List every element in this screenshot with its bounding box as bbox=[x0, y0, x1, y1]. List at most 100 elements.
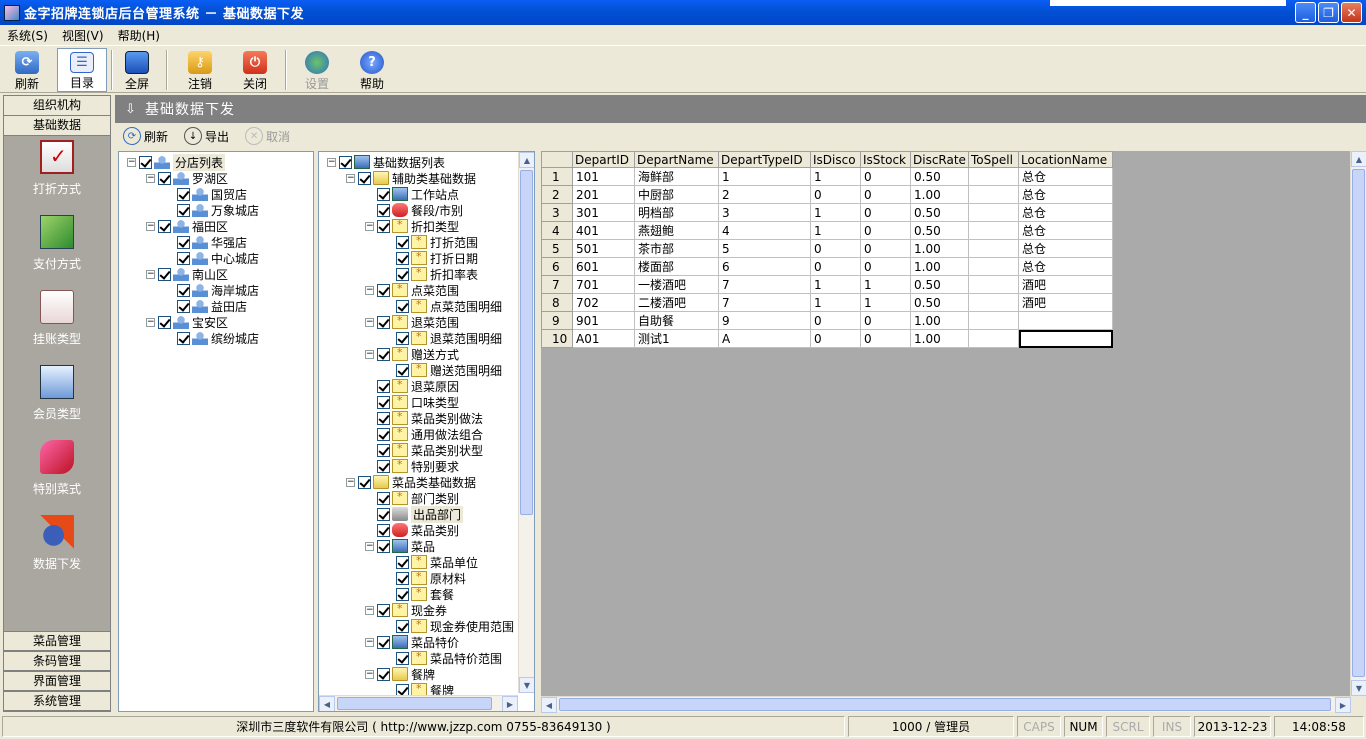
checkbox-checked[interactable] bbox=[396, 235, 409, 249]
menu-help[interactable]: 帮助(H) bbox=[111, 27, 167, 44]
nav-tile-payment[interactable]: 支付方式 bbox=[4, 213, 110, 288]
tree-vertical-scrollbar[interactable]: ▲ ▼ bbox=[518, 152, 534, 693]
row-number[interactable]: 9 bbox=[541, 311, 573, 330]
table-cell[interactable]: 501 bbox=[572, 239, 635, 258]
row-number[interactable]: 3 bbox=[541, 203, 573, 222]
table-cell[interactable]: 0 bbox=[810, 239, 861, 258]
table-cell[interactable] bbox=[1018, 329, 1113, 348]
table-cell[interactable] bbox=[1018, 311, 1113, 330]
table-cell[interactable]: 702 bbox=[572, 293, 635, 312]
table-cell[interactable] bbox=[968, 329, 1019, 348]
table-row[interactable]: 8 702 二楼酒吧 7 1 1 0.50 酒吧 bbox=[541, 293, 1113, 312]
table-cell[interactable]: 0 bbox=[860, 311, 911, 330]
column-header[interactable]: DiscRate bbox=[910, 151, 969, 168]
collapse-icon[interactable]: − bbox=[365, 541, 374, 551]
nav-tile-credit[interactable]: 挂账类型 bbox=[4, 288, 110, 363]
checkbox-checked[interactable] bbox=[158, 315, 171, 329]
table-cell[interactable]: 1 bbox=[860, 275, 911, 294]
checkbox-checked[interactable] bbox=[377, 523, 390, 537]
tree-node[interactable]: 万象城店 bbox=[165, 202, 259, 218]
table-cell[interactable]: 总仓 bbox=[1018, 167, 1113, 186]
collapse-icon[interactable]: − bbox=[327, 157, 336, 167]
table-row[interactable]: 10 A01 测试1 A 0 0 1.00 bbox=[541, 329, 1113, 348]
checkbox-checked[interactable] bbox=[377, 395, 390, 409]
column-header[interactable]: DepartID bbox=[572, 151, 635, 168]
nav-tile-discount[interactable]: ✓ 打折方式 bbox=[4, 138, 110, 213]
column-header[interactable]: DepartName bbox=[634, 151, 719, 168]
tree-node[interactable]: − 现金券 bbox=[365, 602, 447, 618]
column-header[interactable]: DepartTypeID bbox=[718, 151, 811, 168]
table-cell[interactable]: 301 bbox=[572, 203, 635, 222]
minimize-button[interactable]: _ bbox=[1295, 2, 1316, 23]
table-cell[interactable] bbox=[968, 239, 1019, 258]
table-cell[interactable]: 1 bbox=[718, 167, 811, 186]
tree-node[interactable]: 工作站点 bbox=[365, 186, 459, 202]
checkbox-checked[interactable] bbox=[158, 267, 171, 281]
table-cell[interactable] bbox=[968, 293, 1019, 312]
tree-node[interactable]: − 菜品类基础数据 bbox=[346, 474, 476, 490]
tree-node[interactable]: 口味类型 bbox=[365, 394, 459, 410]
table-cell[interactable] bbox=[968, 275, 1019, 294]
tree-node[interactable]: 菜品类别做法 bbox=[365, 410, 483, 426]
table-cell[interactable]: 0.50 bbox=[910, 293, 969, 312]
table-row[interactable]: 1 101 海鲜部 1 1 0 0.50 总仓 bbox=[541, 167, 1113, 186]
table-cell[interactable]: 二楼酒吧 bbox=[634, 293, 719, 312]
table-cell[interactable]: 6 bbox=[718, 257, 811, 276]
table-cell[interactable]: 4 bbox=[718, 221, 811, 240]
table-row[interactable]: 2 201 中厨部 2 0 0 1.00 总仓 bbox=[541, 185, 1113, 204]
tree-node[interactable]: − 南山区 bbox=[146, 266, 228, 282]
table-cell[interactable]: 5 bbox=[718, 239, 811, 258]
checkbox-checked[interactable] bbox=[377, 635, 390, 649]
close-window-button[interactable]: ✕ bbox=[1341, 2, 1362, 23]
table-cell[interactable]: 0 bbox=[860, 329, 911, 348]
tree-node[interactable]: − 宝安区 bbox=[146, 314, 228, 330]
table-cell[interactable]: 1 bbox=[810, 221, 861, 240]
table-row[interactable]: 6 601 楼面部 6 0 0 1.00 总仓 bbox=[541, 257, 1113, 276]
tree-node[interactable]: − 退菜范围 bbox=[365, 314, 459, 330]
table-cell[interactable]: A bbox=[718, 329, 811, 348]
checkbox-checked[interactable] bbox=[358, 171, 371, 185]
table-cell[interactable] bbox=[968, 311, 1019, 330]
tree-node[interactable]: 折扣率表 bbox=[384, 266, 478, 282]
checkbox-checked[interactable] bbox=[377, 315, 390, 329]
tree-node[interactable]: 菜品类别状型 bbox=[365, 442, 483, 458]
table-cell[interactable] bbox=[968, 167, 1019, 186]
help-button[interactable]: ? 帮助 bbox=[347, 48, 397, 92]
checkbox-checked[interactable] bbox=[377, 667, 390, 681]
table-cell[interactable]: 601 bbox=[572, 257, 635, 276]
table-row[interactable]: 4 401 燕翅鲍 4 1 0 0.50 总仓 bbox=[541, 221, 1113, 240]
tree-node[interactable]: − 福田区 bbox=[146, 218, 228, 234]
checkbox-checked[interactable] bbox=[396, 299, 409, 313]
checkbox-checked[interactable] bbox=[377, 347, 390, 361]
table-cell[interactable]: 7 bbox=[718, 293, 811, 312]
checkbox-checked[interactable] bbox=[377, 539, 390, 553]
tree-node[interactable]: − 折扣类型 bbox=[365, 218, 459, 234]
tree-node[interactable]: 打折范围 bbox=[384, 234, 478, 250]
table-cell[interactable]: 0.50 bbox=[910, 221, 969, 240]
table-cell[interactable]: 1.00 bbox=[910, 239, 969, 258]
scroll-right-icon[interactable]: ▶ bbox=[1335, 697, 1351, 713]
table-row[interactable]: 5 501 茶市部 5 0 0 1.00 总仓 bbox=[541, 239, 1113, 258]
table-cell[interactable]: 0 bbox=[810, 257, 861, 276]
table-cell[interactable]: A01 bbox=[572, 329, 635, 348]
tree-node[interactable]: − 菜品 bbox=[365, 538, 435, 554]
nav-tile-member[interactable]: 会员类型 bbox=[4, 363, 110, 438]
tree-node[interactable]: − 餐牌 bbox=[365, 666, 435, 682]
checkbox-checked[interactable] bbox=[177, 331, 190, 345]
nav-section-ui-mgmt[interactable]: 界面管理 bbox=[4, 671, 110, 691]
logout-button[interactable]: ⚷ 注销 bbox=[175, 48, 225, 92]
tree-node[interactable]: 中心城店 bbox=[165, 250, 259, 266]
checkbox-checked[interactable] bbox=[396, 363, 409, 377]
table-cell[interactable]: 1.00 bbox=[910, 185, 969, 204]
tree-node[interactable]: 海岸城店 bbox=[165, 282, 259, 298]
settings-button[interactable]: 设置 bbox=[292, 48, 342, 92]
table-cell[interactable]: 茶市部 bbox=[634, 239, 719, 258]
collapse-icon[interactable]: − bbox=[146, 317, 155, 327]
collapse-icon[interactable]: − bbox=[346, 477, 355, 487]
column-header[interactable]: LocationName bbox=[1018, 151, 1113, 168]
table-cell[interactable]: 1 bbox=[810, 293, 861, 312]
tree-node[interactable]: 通用做法组合 bbox=[365, 426, 483, 442]
checkbox-checked[interactable] bbox=[377, 427, 390, 441]
tree-horizontal-scrollbar[interactable]: ◀ ▶ bbox=[319, 695, 518, 711]
scroll-thumb[interactable] bbox=[337, 697, 492, 710]
